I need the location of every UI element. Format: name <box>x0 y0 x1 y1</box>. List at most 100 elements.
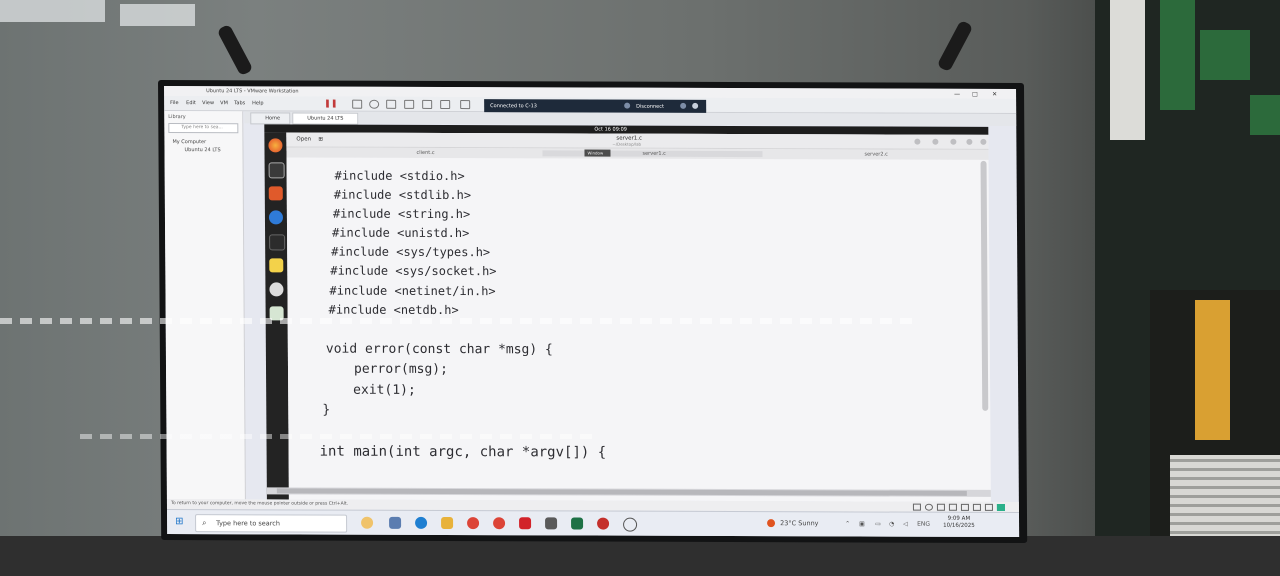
menu-edit[interactable]: Edit <box>186 100 196 106</box>
library-toggle-icon[interactable] <box>404 99 415 109</box>
revert-icon[interactable] <box>369 99 380 109</box>
copilot-icon[interactable] <box>389 516 402 529</box>
tree-my-computer[interactable]: My Computer <box>172 139 206 145</box>
pause-icon[interactable]: ❚❚ <box>324 99 337 108</box>
edge-icon[interactable] <box>415 516 428 529</box>
code-line: #include <sys/types.h> <box>331 244 491 260</box>
doc-tab-server2[interactable]: server2.c <box>864 151 887 157</box>
disc-icon[interactable] <box>269 282 284 297</box>
unity-icon[interactable] <box>460 100 471 110</box>
status-message: To return to your computer, move the mou… <box>170 501 349 507</box>
search-highlight-icon[interactable] <box>361 516 374 529</box>
firefox-icon[interactable] <box>268 138 283 153</box>
editor-maximize-icon[interactable] <box>966 138 973 145</box>
tray-volume-icon[interactable]: ◁ <box>903 521 908 528</box>
code-line: int main(int argc, char *argv[]) { <box>319 443 607 461</box>
window-pane <box>1200 30 1250 80</box>
vmware-icon[interactable] <box>545 517 558 530</box>
taskbar-search-input[interactable]: ⌕ Type here to search <box>195 514 348 533</box>
menu-help[interactable]: Help <box>252 100 263 106</box>
help-icon[interactable] <box>268 210 284 225</box>
menu-file[interactable]: File <box>170 100 178 106</box>
doc-tab-server1[interactable]: server1.c <box>542 150 763 158</box>
usb-icon[interactable] <box>948 503 957 511</box>
cd-icon[interactable] <box>924 503 933 511</box>
tray-battery-icon[interactable]: ▭ <box>875 521 881 528</box>
ceiling-light <box>0 0 105 22</box>
close-icon[interactable]: ✕ <box>992 91 997 98</box>
doc-tab-client[interactable]: client.c <box>416 150 434 156</box>
editor-menu-icon[interactable] <box>932 138 939 145</box>
scroll-thumb[interactable] <box>276 488 967 496</box>
chrome-profile-icon[interactable] <box>493 517 506 530</box>
pin-icon[interactable] <box>692 102 699 109</box>
acrobat-icon[interactable] <box>519 517 532 530</box>
app-center-icon[interactable] <box>268 186 283 201</box>
fullscreen-icon[interactable] <box>440 99 451 110</box>
code-line: } <box>322 402 331 418</box>
code-line: perror(msg); <box>353 361 448 378</box>
code-line: exit(1); <box>353 382 416 398</box>
chrome-icon[interactable] <box>467 517 480 530</box>
language-indicator[interactable]: ENG <box>917 521 930 528</box>
tooltip: Window <box>584 149 611 157</box>
search-icon: ⌕ <box>202 518 207 528</box>
settings-gear-icon[interactable] <box>623 517 638 532</box>
monitor-icon[interactable] <box>624 102 631 109</box>
maximize-icon[interactable]: □ <box>972 91 978 98</box>
ubuntu-clock[interactable]: Oct 16 09:09 <box>594 127 627 133</box>
tree-ubuntu-vm[interactable]: Ubuntu 24 LTS <box>184 147 220 153</box>
sound-icon[interactable] <box>960 503 969 511</box>
document-tabs: client.c server1.c server2.c Window <box>286 147 989 160</box>
windows-start-icon[interactable]: ⊞ <box>175 516 185 527</box>
code-line: #include <stdio.h> <box>334 168 465 184</box>
printer-icon[interactable] <box>972 503 981 511</box>
settings-icon[interactable] <box>680 102 687 109</box>
tray-wifi-icon[interactable]: ◔ <box>889 521 894 528</box>
window-pane <box>1160 0 1195 110</box>
tab-home-label: Home <box>265 115 281 122</box>
network-icon[interactable] <box>936 503 945 511</box>
menu-tabs[interactable]: Tabs <box>234 100 245 106</box>
text-editor-icon[interactable] <box>269 258 284 273</box>
tab-home[interactable]: Home <box>250 112 291 125</box>
window-pane <box>1250 95 1280 135</box>
library-search-input[interactable]: Type here to sea... <box>168 123 239 134</box>
tab-ubuntu[interactable]: Ubuntu 24 LTS <box>292 112 359 125</box>
menu-view[interactable]: View <box>202 100 214 106</box>
tray-chevron-icon[interactable]: ⌃ <box>845 520 850 527</box>
powerpoint-icon[interactable] <box>597 517 610 530</box>
editor-minimize-icon[interactable] <box>950 138 957 145</box>
glass-reflection <box>0 318 920 324</box>
clock[interactable]: 9:09 AM 10/16/2025 <box>943 516 975 530</box>
tab-ubuntu-label: Ubuntu 24 LTS <box>307 115 344 122</box>
files-icon[interactable] <box>268 162 285 179</box>
open-button[interactable]: Open <box>296 136 311 142</box>
desk <box>0 536 1280 576</box>
weather-widget[interactable]: 23°C Sunny <box>767 519 819 527</box>
code-line: #include <sys/socket.h> <box>330 263 497 279</box>
device-icon[interactable] <box>912 503 921 511</box>
menu-vm[interactable]: VM <box>220 100 228 106</box>
new-tab-icon[interactable]: ⊞ <box>318 137 323 143</box>
manage-icon[interactable] <box>386 99 397 109</box>
file-explorer-icon[interactable] <box>441 516 454 530</box>
code-line: void error(const char *msg) { <box>325 341 553 358</box>
tooltip-text: Window <box>587 150 604 156</box>
code-line: #include <unistd.h> <box>332 225 470 241</box>
snapshot-icon[interactable] <box>352 99 363 109</box>
message-icon[interactable] <box>996 503 1005 511</box>
terminal-icon[interactable] <box>269 234 286 251</box>
tray-app-icon[interactable]: ▣ <box>859 520 865 527</box>
editor-settings-icon[interactable] <box>914 138 921 145</box>
ubuntu-dock <box>264 132 289 500</box>
display-icon[interactable] <box>984 503 993 511</box>
editor-scrollbar[interactable] <box>980 160 989 411</box>
excel-icon[interactable] <box>571 517 584 530</box>
disconnect-button[interactable]: Disconnect <box>636 104 664 110</box>
editor-close-icon[interactable] <box>980 138 987 145</box>
minimize-icon[interactable]: — <box>954 91 960 98</box>
sun-icon <box>767 519 776 528</box>
thumbnail-icon[interactable] <box>422 99 433 109</box>
glass-reflection <box>80 434 600 439</box>
